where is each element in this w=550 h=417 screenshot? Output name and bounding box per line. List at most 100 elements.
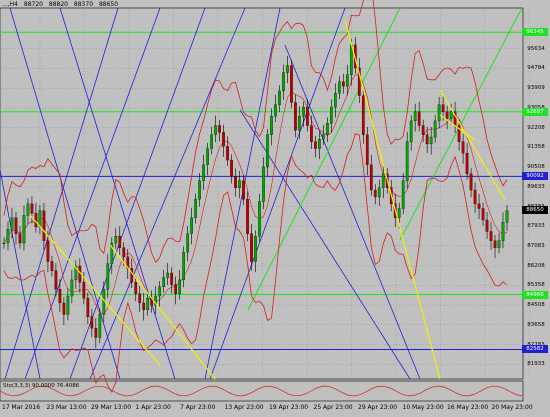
candle-body xyxy=(377,187,381,198)
candle-body xyxy=(246,199,249,234)
x-tick-label: 13 Apr 23:00 xyxy=(224,404,264,411)
candle-body xyxy=(194,199,197,218)
stochastic-label: Sto(3,3,3) 90.0000 76.4086 xyxy=(3,383,80,389)
candle-body xyxy=(242,180,245,200)
y-tick-label: 81933 xyxy=(527,361,545,368)
candle-body xyxy=(206,148,209,165)
candle-body xyxy=(330,106,333,124)
candle-body xyxy=(322,134,325,140)
candle-body xyxy=(373,189,377,198)
y-tick-label: 91358 xyxy=(527,144,545,151)
candle-body xyxy=(186,233,189,253)
candle-body xyxy=(130,268,134,283)
candle-body xyxy=(302,106,305,117)
current-price-label: 88650 xyxy=(522,205,548,214)
level-price-label: 84966 xyxy=(522,290,548,299)
candle-body xyxy=(401,180,405,209)
candle-body xyxy=(409,120,413,142)
candle-body xyxy=(114,235,118,244)
candle-body xyxy=(202,164,205,181)
open-value: 88720 xyxy=(23,1,43,8)
candle-body xyxy=(170,272,174,285)
candle-body xyxy=(326,123,329,135)
candle-body xyxy=(270,116,273,135)
y-tick-label: 87933 xyxy=(527,223,545,230)
candle-body xyxy=(365,134,369,165)
candle-body xyxy=(441,104,445,112)
candle-body xyxy=(437,104,441,122)
candle-body xyxy=(461,141,465,154)
candle-body xyxy=(214,125,217,135)
candle-body xyxy=(190,217,193,234)
candle-body xyxy=(14,217,18,234)
candle-body xyxy=(306,106,309,126)
candle-body xyxy=(445,111,449,119)
candle-body xyxy=(421,125,425,135)
y-tick-label: 94784 xyxy=(527,65,545,72)
candle-body xyxy=(449,111,453,119)
candle-body xyxy=(465,153,469,175)
candle-body xyxy=(230,159,233,177)
candle-body xyxy=(54,270,58,290)
y-tick-label: 83658 xyxy=(527,321,545,328)
x-tick-label: 1 Apr 23:00 xyxy=(135,404,171,411)
candle-body xyxy=(286,65,289,73)
candle-body xyxy=(254,235,257,262)
candle-body xyxy=(493,240,497,248)
level-price-label: 90092 xyxy=(522,172,548,181)
candle-body xyxy=(381,173,385,188)
candle-body xyxy=(58,288,62,304)
candle-body xyxy=(397,208,401,218)
candle-body xyxy=(174,284,178,294)
x-tick-label: 29 Apr 23:00 xyxy=(358,404,398,411)
candle-body xyxy=(481,208,485,221)
candle-body xyxy=(433,120,437,138)
candle-body xyxy=(42,210,46,241)
chart-canvas[interactable] xyxy=(0,0,550,413)
plot-area xyxy=(0,7,524,380)
y-tick-label: 86208 xyxy=(527,262,545,269)
candle-body xyxy=(98,314,102,338)
candle-body xyxy=(166,272,170,278)
candle-body xyxy=(258,201,261,237)
candle-body xyxy=(310,125,313,142)
y-tick-label: 87083 xyxy=(527,242,545,249)
candle-body xyxy=(6,229,10,244)
candle-body xyxy=(469,173,473,191)
candle-body xyxy=(298,116,301,131)
candle-body xyxy=(361,95,365,135)
candle-body xyxy=(66,295,70,315)
candle-body xyxy=(178,279,182,294)
candle-body xyxy=(82,282,86,299)
level-price-label: 96345 xyxy=(522,28,548,37)
candle-body xyxy=(337,81,341,94)
low-value: 88370 xyxy=(73,1,94,8)
candle-body xyxy=(238,180,241,188)
candle-body xyxy=(26,203,30,216)
candle-body xyxy=(222,132,225,147)
x-tick-label: 20 May 23:00 xyxy=(491,404,533,411)
x-tick-label: 29 Mar 13:00 xyxy=(91,404,132,411)
candle-body xyxy=(345,74,349,87)
level-price-label: 92897 xyxy=(522,107,548,116)
candle-body xyxy=(473,189,477,205)
candle-body xyxy=(314,141,317,149)
candle-body xyxy=(142,302,146,311)
candle-body xyxy=(341,81,345,87)
candle-body xyxy=(429,136,433,145)
candle-body xyxy=(250,233,253,262)
high-value: 88820 xyxy=(48,1,68,8)
x-tick-label: 16 May 23:00 xyxy=(447,404,489,411)
candle-body xyxy=(218,125,221,133)
candle-body xyxy=(369,164,373,191)
price-chart[interactable]: ...,H4 88720 88820 88370 88650 Sto(3,3,3… xyxy=(0,0,550,413)
candle-body xyxy=(94,328,98,338)
candle-body xyxy=(106,263,110,290)
candle-body xyxy=(30,203,34,214)
candle-body xyxy=(290,65,293,103)
y-tick-label: 95634 xyxy=(527,45,545,52)
candle-body xyxy=(501,222,505,241)
candle-body xyxy=(497,240,501,248)
x-tick-label: 23 Mar 13:00 xyxy=(46,404,87,411)
candle-body xyxy=(46,240,50,262)
